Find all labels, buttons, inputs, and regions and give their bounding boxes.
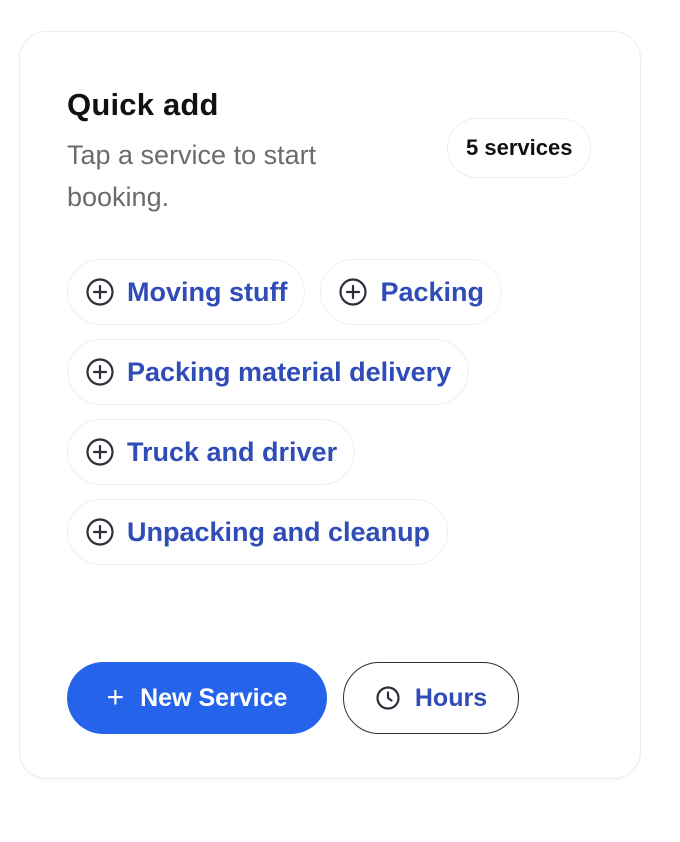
clock-icon	[375, 685, 401, 711]
service-chip-label: Moving stuff	[127, 276, 288, 307]
service-chip-row: Unpacking and cleanup	[67, 499, 449, 565]
plus-circle-icon	[85, 517, 115, 547]
new-service-button[interactable]: + New Service	[67, 662, 327, 734]
services-count-badge: 5 services	[447, 118, 592, 178]
service-chip-row: Truck and driver	[67, 419, 356, 485]
hours-label: Hours	[414, 683, 488, 712]
service-chip-packing[interactable]: Packing	[320, 259, 503, 325]
service-chip-moving-stuff[interactable]: Moving stuff	[67, 259, 306, 325]
card-subtitle: Tap a service to start booking.	[67, 140, 317, 212]
service-chip-label: Unpacking and cleanup	[127, 516, 431, 547]
service-chip-label: Packing material delivery	[127, 356, 452, 387]
service-chip-label: Packing	[380, 276, 485, 307]
service-chip-unpacking-and-cleanup[interactable]: Unpacking and cleanup	[67, 499, 449, 565]
service-chip-packing-material-delivery[interactable]: Packing material delivery	[67, 339, 470, 405]
plus-circle-icon	[85, 437, 115, 467]
service-chip-truck-and-driver[interactable]: Truck and driver	[67, 419, 356, 485]
plus-circle-icon	[85, 357, 115, 387]
new-service-label: New Service	[140, 683, 288, 712]
card-title: Quick add	[67, 87, 219, 122]
service-chip-label: Truck and driver	[127, 436, 338, 467]
plus-icon: +	[106, 681, 125, 714]
plus-circle-icon	[338, 277, 368, 307]
plus-circle-icon	[85, 277, 115, 307]
hours-button[interactable]: Hours	[343, 662, 519, 734]
service-chip-row: Moving stuff Packing	[67, 259, 503, 325]
quick-add-card: Quick add Tap a service to start booking…	[19, 31, 641, 779]
service-chip-row: Packing material delivery	[67, 339, 470, 405]
